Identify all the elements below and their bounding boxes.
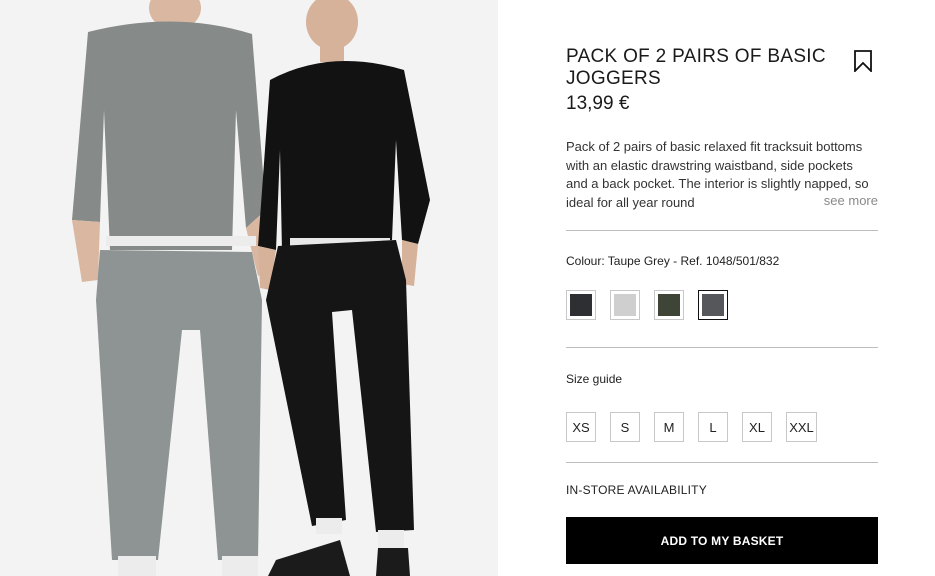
size-guide-link[interactable]: Size guide [566, 372, 622, 386]
colour-swatch-light-grey[interactable] [610, 290, 640, 320]
divider [566, 347, 878, 348]
divider [566, 230, 878, 231]
swatch-fill [658, 294, 680, 316]
divider [566, 462, 878, 463]
add-to-basket-button[interactable]: ADD TO MY BASKET [566, 517, 878, 564]
swatch-fill [702, 294, 724, 316]
size-option-xxl[interactable]: XXL [786, 412, 817, 442]
colour-swatch-charcoal[interactable] [566, 290, 596, 320]
colour-label: Colour: Taupe Grey - Ref. 1048/501/832 [566, 254, 780, 268]
see-more-link[interactable]: see more [792, 192, 878, 212]
size-option-l[interactable]: L [698, 412, 728, 442]
size-option-xs[interactable]: XS [566, 412, 596, 442]
product-price: 13,99 € [566, 93, 630, 114]
colour-swatch-taupe-grey[interactable] [698, 290, 728, 320]
colour-swatch-khaki[interactable] [654, 290, 684, 320]
product-photo-illustration [0, 0, 498, 576]
swatch-fill [570, 294, 592, 316]
size-option-m[interactable]: M [654, 412, 684, 442]
swatch-fill [614, 294, 636, 316]
in-store-availability-link[interactable]: IN-STORE AVAILABILITY [566, 483, 707, 497]
product-image[interactable] [0, 0, 498, 576]
bookmark-icon[interactable] [852, 50, 874, 74]
product-title: PACK OF 2 PAIRS OF BASIC JOGGERS [566, 46, 826, 89]
size-option-s[interactable]: S [610, 412, 640, 442]
size-option-xl[interactable]: XL [742, 412, 772, 442]
